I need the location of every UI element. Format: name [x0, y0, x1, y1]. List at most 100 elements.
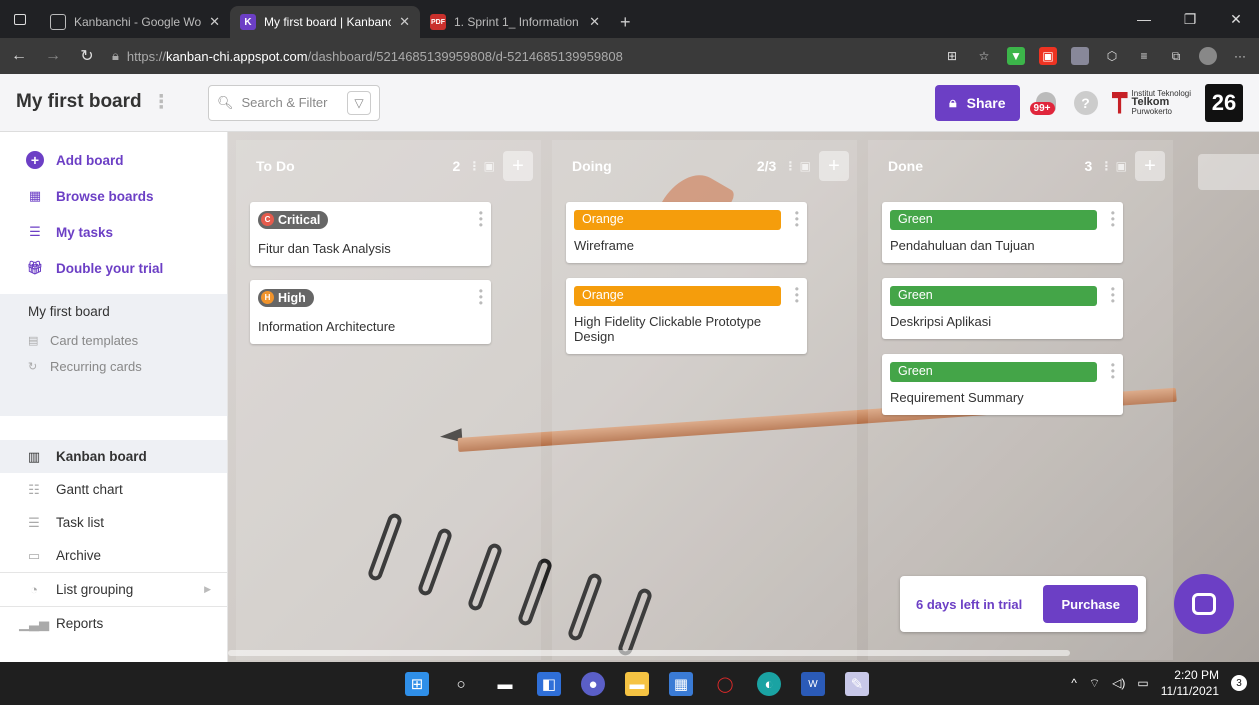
close-window-icon[interactable]: ✕ — [1213, 11, 1259, 28]
refresh-icon[interactable]: ↻ — [78, 46, 96, 66]
column-title[interactable]: Doing — [572, 158, 612, 174]
grey-extension-icon[interactable] — [1071, 47, 1089, 65]
board-menu-icon[interactable]: ⋮ — [152, 91, 171, 114]
sidebar-item-add-board[interactable]: + Add board — [0, 142, 227, 178]
card-menu-icon[interactable]: • • • — [1111, 359, 1115, 383]
board-title[interactable]: My first board — [16, 91, 142, 114]
restore-icon[interactable]: ❐ — [1167, 11, 1213, 28]
sidebar-item-double-trial[interactable]: 🎁︎ Double your trial — [0, 250, 227, 286]
card[interactable]: C Critical • • • Fitur dan Task Analysis — [250, 202, 491, 266]
search-icon[interactable]: ○ — [449, 672, 473, 696]
card[interactable]: Orange • • • Wireframe — [566, 202, 807, 263]
sidebar-item-recurring-cards[interactable]: ↻ Recurring cards — [0, 353, 227, 379]
column-count: 2/3 — [756, 158, 777, 174]
edge-icon[interactable]: ◐ — [757, 672, 781, 696]
battery-icon[interactable]: ▭ — [1137, 676, 1148, 690]
sidebar-item-card-templates[interactable]: ▤ Card templates — [0, 327, 227, 353]
sidebar-item-gantt-chart[interactable]: ☷ Gantt chart — [0, 473, 227, 506]
sidebar-item-kanban-board[interactable]: ▥ Kanban board — [0, 440, 227, 473]
card[interactable]: Orange • • • High Fidelity Clickable Proto… — [566, 278, 807, 354]
chevron-up-icon[interactable]: ^ — [1071, 676, 1077, 690]
url-field[interactable]: 🔒︎ https://kanban-chi.appspot.com/dashbo… — [112, 48, 752, 64]
card-menu-icon[interactable]: • • • — [479, 207, 483, 231]
paint-icon[interactable]: ✎ — [845, 672, 869, 696]
wifi-icon[interactable]: ⌔ — [1089, 676, 1100, 691]
window-menu-icon[interactable] — [0, 0, 40, 38]
purchase-button[interactable]: Purchase — [1043, 585, 1138, 623]
add-card-button[interactable]: + — [819, 151, 849, 181]
search-filter[interactable]: 🔍︎ Search & Filter ▽ — [208, 84, 380, 121]
add-card-button[interactable]: + — [1135, 151, 1165, 181]
favorites-list-icon[interactable]: ≡ — [1135, 47, 1153, 65]
shield-extension-icon[interactable]: ▼ — [1007, 47, 1025, 65]
widgets-icon[interactable]: ◧ — [537, 672, 561, 696]
opera-icon[interactable]: ◯ — [713, 672, 737, 696]
trial-days-badge[interactable]: 26 — [1205, 83, 1243, 122]
more-icon[interactable]: ··· — [1231, 47, 1249, 65]
reader-icon[interactable]: ⊞ — [943, 47, 961, 65]
taskbar-clock[interactable]: 2:20 PM 11/11/2021 — [1161, 667, 1219, 699]
favorite-icon[interactable]: ☆ — [975, 47, 993, 65]
close-tab-icon[interactable]: ✕ — [589, 14, 600, 30]
browser-tab-3[interactable]: PDF 1. Sprint 1_ Information Architect ✕ — [420, 6, 610, 38]
red-extension-icon[interactable]: ▣ — [1039, 47, 1057, 65]
sidebar-item-list-grouping[interactable]: ◔ List grouping ▶ — [0, 573, 227, 606]
recurring-icon: ↻ — [28, 360, 38, 373]
card[interactable]: Green • • • Pendahuluan dan Tujuan — [882, 202, 1123, 263]
file-explorer-icon[interactable]: ▬ — [625, 672, 649, 696]
share-button[interactable]: 🔒︎ Share — [935, 84, 1020, 121]
extensions-icon[interactable]: ⬡ — [1103, 47, 1121, 65]
card-menu-icon[interactable]: • • • — [795, 283, 799, 307]
column-menu-icon[interactable]: ⋮ ▣ — [1100, 159, 1127, 173]
profile-avatar[interactable] — [1199, 47, 1217, 65]
add-column-placeholder[interactable] — [1198, 154, 1259, 190]
sidebar-item-browse-boards[interactable]: ▦ Browse boards — [0, 178, 227, 214]
teams-icon[interactable]: ● — [581, 672, 605, 696]
column-title[interactable]: To Do — [256, 158, 295, 174]
close-tab-icon[interactable]: ✕ — [209, 14, 220, 30]
kanban-board: To Do 2 ⋮ ▣ + C Critical • • • Fitur dan T… — [228, 132, 1259, 662]
column-menu-icon[interactable]: ⋮ ▣ — [468, 159, 495, 173]
browser-tab-bar: Kanbanchi - Google Workspace M ✕ K My fi… — [0, 0, 1259, 38]
card[interactable]: H High • • • Information Architecture — [250, 280, 491, 344]
sidebar-item-archive[interactable]: ▭ Archive — [0, 539, 227, 572]
column-menu-icon[interactable]: ⋮ ▣ — [784, 159, 811, 173]
back-icon[interactable]: ← — [10, 47, 28, 65]
card-menu-icon[interactable]: • • • — [795, 207, 799, 231]
card[interactable]: Green • • • Requirement Summary — [882, 354, 1123, 415]
boards-icon: ▦ — [28, 188, 42, 203]
horizontal-scrollbar[interactable] — [228, 650, 1070, 656]
system-tray: ^ ⌔ ◁) ▭ 2:20 PM 11/11/2021 3 — [1071, 667, 1247, 699]
minimize-icon[interactable]: — — [1121, 11, 1167, 27]
filter-icon[interactable]: ▽ — [347, 90, 371, 115]
chat-button[interactable] — [1174, 574, 1234, 634]
new-tab-icon[interactable]: + — [610, 6, 641, 38]
task-view-icon[interactable]: ▬ — [493, 672, 517, 696]
add-card-button[interactable]: + — [503, 151, 533, 181]
sidebar-item-my-tasks[interactable]: ☰ My tasks — [0, 214, 227, 250]
sidebar-item-label: Double your trial — [56, 260, 164, 276]
reports-icon: ▁▃▅ — [19, 615, 49, 631]
forward-icon[interactable]: → — [44, 47, 62, 65]
volume-icon[interactable]: ◁) — [1112, 676, 1125, 690]
notifications-icon[interactable]: 99+ — [1029, 90, 1060, 116]
store-icon[interactable]: ▦ — [669, 672, 693, 696]
help-icon[interactable]: ? — [1073, 90, 1098, 115]
card-menu-icon[interactable]: • • • — [1111, 207, 1115, 231]
priority-tag: C Critical — [258, 210, 329, 229]
sidebar-item-reports[interactable]: ▁▃▅ Reports — [0, 607, 227, 640]
column-title[interactable]: Done — [888, 158, 923, 174]
board-section-title[interactable]: My first board — [0, 304, 227, 319]
windows-start-icon[interactable]: ⊞ — [405, 672, 429, 696]
browser-tab-2[interactable]: K My first board | Kanbanchi ✕ — [230, 6, 420, 38]
card-menu-icon[interactable]: • • • — [479, 285, 483, 309]
close-tab-icon[interactable]: ✕ — [399, 14, 410, 30]
search-icon: 🔍︎ — [217, 94, 234, 110]
collections-icon[interactable]: ⧉ — [1167, 47, 1185, 65]
card-menu-icon[interactable]: • • • — [1111, 283, 1115, 307]
browser-tab-1[interactable]: Kanbanchi - Google Workspace M ✕ — [40, 6, 230, 38]
card[interactable]: Green • • • Deskripsi Aplikasi — [882, 278, 1123, 339]
notification-center-icon[interactable]: 3 — [1231, 675, 1247, 691]
sidebar-item-task-list[interactable]: ☰ Task list — [0, 506, 227, 539]
word-icon[interactable]: W — [801, 672, 825, 696]
